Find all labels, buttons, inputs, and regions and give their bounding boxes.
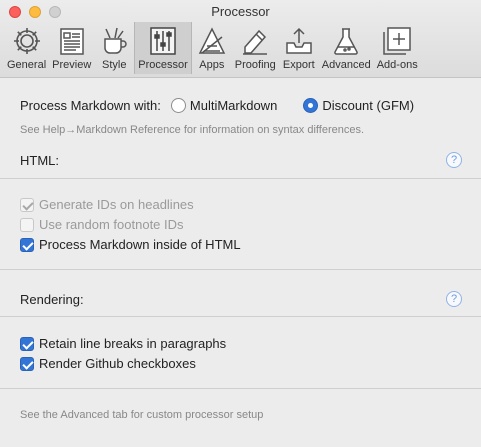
tab-general[interactable]: General [4,22,49,74]
checkbox-label: Generate IDs on headlines [39,197,194,212]
processor-choice-label: Process Markdown with: [20,98,161,113]
tab-apps[interactable]: Apps [192,22,232,74]
tab-label: General [7,59,47,71]
window-title: Processor [211,4,270,19]
flask-icon [329,25,363,57]
checkbox[interactable] [20,336,34,351]
tab-label: Advanced [321,59,371,71]
apps-icon [195,25,229,57]
tab-add-ons[interactable]: Add-ons [374,22,421,74]
processor-choice-row: Process Markdown with: MultiMarkdown Dis… [20,98,414,113]
checkbox-label: Render Github checkboxes [39,356,196,371]
checkbox-label: Use random footnote IDs [39,217,184,232]
tab-label: Apps [199,59,225,71]
syntax-hint: See Help→Markdown Reference for informat… [20,124,365,136]
generate-ids-checkbox[interactable]: Generate IDs on headlines [20,197,194,212]
html-section-label: HTML: [20,153,59,168]
tab-label: Style [102,59,127,71]
render-github-checkboxes-checkbox[interactable]: Render Github checkboxes [20,356,196,371]
tab-processor[interactable]: Processor [134,22,192,74]
rendering-options-group: Retain line breaks in paragraphs Render … [0,316,481,389]
add-ons-icon [380,25,414,57]
preview-icon [55,25,89,57]
gear-icon [10,25,44,57]
checkbox[interactable] [20,197,34,212]
tab-label: Preview [52,59,92,71]
tab-label: Export [282,59,315,71]
radio-multimarkdown[interactable]: MultiMarkdown [170,98,278,113]
tab-label: Add-ons [376,59,418,71]
tab-export[interactable]: Export [279,22,319,74]
advanced-setup-hint: See the Advanced tab for custom processo… [20,409,264,421]
tab-preview[interactable]: Preview [49,22,94,74]
rendering-help-button[interactable]: ? [446,291,462,307]
tab-label: Processor [138,59,188,71]
preferences-window: Processor General Preview Style Processo… [0,0,481,447]
tab-label: Proofing [234,59,276,71]
style-icon [97,25,131,57]
random-footnote-ids-checkbox[interactable]: Use random footnote IDs [20,217,184,232]
html-help-button[interactable]: ? [446,152,462,168]
sliders-icon [146,25,180,57]
rendering-section-label: Rendering: [20,292,84,307]
title-bar: Processor General Preview Style Processo… [0,0,481,78]
radio-button[interactable] [303,98,319,113]
export-icon [282,25,316,57]
radio-discount-gfm[interactable]: Discount (GFM) [303,98,414,113]
tab-advanced[interactable]: Advanced [319,22,374,74]
checkbox[interactable] [20,217,34,232]
process-markdown-in-html-checkbox[interactable]: Process Markdown inside of HTML [20,237,241,252]
preferences-toolbar: General Preview Style Processor Apps Pro… [4,22,421,74]
checkbox[interactable] [20,237,34,252]
checkbox-label: Process Markdown inside of HTML [39,237,241,252]
checkbox-label: Retain line breaks in paragraphs [39,336,227,351]
radio-label: MultiMarkdown [189,98,278,113]
tab-style[interactable]: Style [94,22,134,74]
radio-label: Discount (GFM) [322,98,415,113]
checkbox[interactable] [20,356,34,371]
proofing-icon [238,25,272,57]
retain-line-breaks-checkbox[interactable]: Retain line breaks in paragraphs [20,336,226,351]
html-options-group: Generate IDs on headlines Use random foo… [0,178,481,270]
tab-proofing[interactable]: Proofing [232,22,279,74]
radio-button[interactable] [170,98,186,113]
